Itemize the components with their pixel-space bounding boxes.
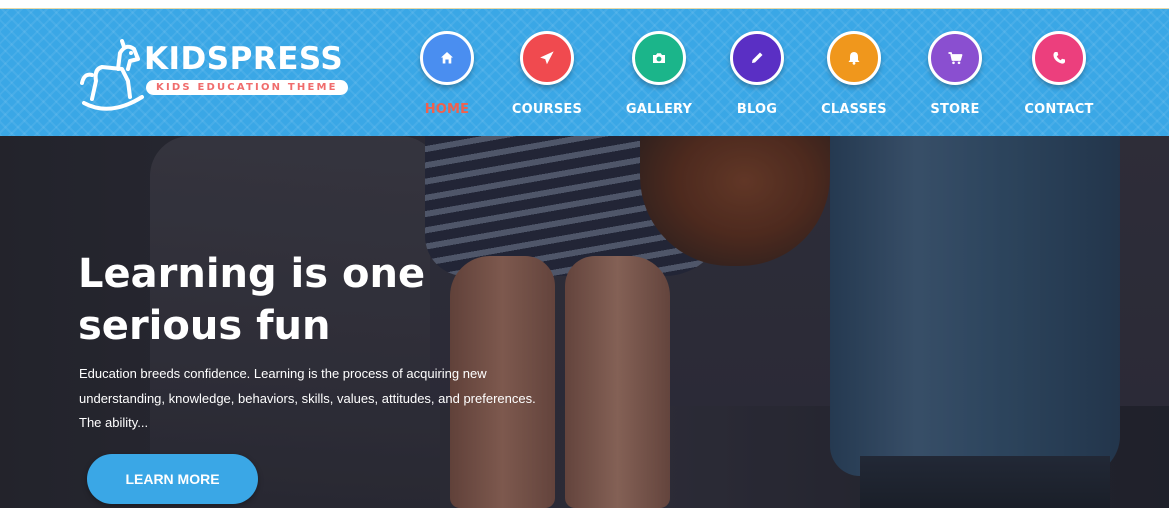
paper-plane-icon — [540, 51, 554, 65]
phone-icon — [1053, 52, 1065, 64]
nav-circle-classes — [827, 31, 881, 85]
hero-description-line-1: Education breeds confidence. Learning is… — [79, 366, 487, 381]
hero-description-line-2: understanding, knowledge, behaviors, ski… — [79, 390, 536, 406]
nav-circle-contact — [1032, 31, 1086, 85]
nav-circle-courses — [520, 31, 574, 85]
home-icon — [441, 52, 453, 64]
pencil-icon — [752, 52, 763, 63]
nav-label-home: HOME — [424, 102, 470, 117]
rocking-horse-icon — [80, 39, 144, 111]
nav-item-gallery[interactable]: GALLERY — [604, 31, 714, 117]
nav-label-gallery: GALLERY — [625, 102, 693, 117]
bell-icon — [848, 52, 860, 65]
hero-banner: Learning is one serious fun Education br… — [0, 136, 1169, 508]
site-header: KIDSPRESS KIDS EDUCATION THEME HOME COUR… — [0, 9, 1169, 136]
nav-label-contact: CONTACT — [1024, 102, 1094, 117]
site-logo[interactable]: KIDSPRESS KIDS EDUCATION THEME — [78, 39, 348, 119]
nav-circle-gallery — [632, 31, 686, 85]
hero-title-line-2: serious fun — [78, 303, 331, 349]
nav-item-store[interactable]: STORE — [900, 31, 1010, 117]
nav-circle-store — [928, 31, 982, 85]
nav-item-contact[interactable]: CONTACT — [1004, 31, 1114, 117]
nav-circle-home — [420, 31, 474, 85]
hero-description: Education breeds confidence. Learning is… — [79, 362, 559, 436]
cart-icon — [948, 52, 963, 65]
top-border — [0, 0, 1169, 9]
logo-name: KIDSPRESS — [144, 41, 344, 77]
nav-item-courses[interactable]: COURSES — [492, 31, 602, 117]
nav-circle-blog — [730, 31, 784, 85]
nav-label-blog: BLOG — [736, 102, 778, 117]
nav-item-blog[interactable]: BLOG — [702, 31, 812, 117]
nav-item-classes[interactable]: CLASSES — [799, 31, 909, 117]
nav-item-home[interactable]: HOME — [392, 31, 502, 117]
hero-description-line-3: The ability... — [79, 415, 149, 430]
nav-label-classes: CLASSES — [821, 102, 887, 117]
camera-icon — [653, 53, 665, 63]
logo-tagline: KIDS EDUCATION THEME — [146, 80, 348, 95]
nav-label-courses: COURSES — [511, 102, 583, 117]
hero-title-line-1: Learning is one — [78, 251, 426, 297]
nav-label-store: STORE — [930, 102, 980, 117]
hero-title: Learning is one serious fun — [78, 248, 425, 352]
learn-more-button[interactable]: LEARN MORE — [87, 454, 258, 504]
